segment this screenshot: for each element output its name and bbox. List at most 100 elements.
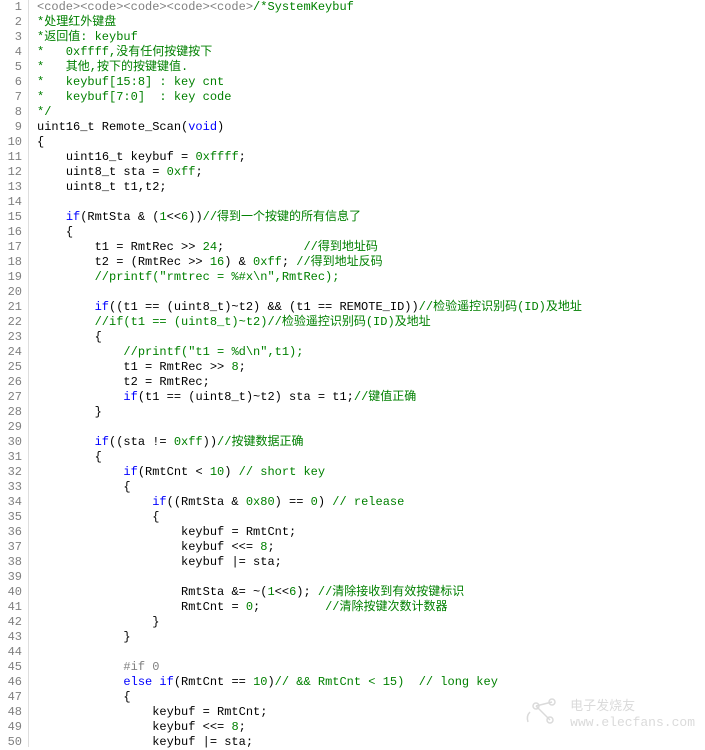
line-number: 7 — [0, 90, 22, 105]
line-number: 11 — [0, 150, 22, 165]
code-line — [37, 420, 705, 435]
code-line: t2 = (RmtRec >> 16) & 0xff; //得到地址反码 — [37, 255, 705, 270]
line-number: 29 — [0, 420, 22, 435]
line-number: 6 — [0, 75, 22, 90]
line-number: 47 — [0, 690, 22, 705]
line-number: 36 — [0, 525, 22, 540]
line-number: 26 — [0, 375, 22, 390]
line-number: 22 — [0, 315, 22, 330]
line-number: 16 — [0, 225, 22, 240]
line-number: 38 — [0, 555, 22, 570]
code-line: { — [37, 450, 705, 465]
line-number: 30 — [0, 435, 22, 450]
line-number: 50 — [0, 735, 22, 750]
line-number: 15 — [0, 210, 22, 225]
watermark-text: 电子发烧友 www.elecfans.com — [570, 699, 695, 731]
line-number: 34 — [0, 495, 22, 510]
code-line: keybuf = RmtCnt; — [37, 525, 705, 540]
line-number: 14 — [0, 195, 22, 210]
watermark-url: www.elecfans.com — [570, 715, 695, 731]
code-content: <code><code><code><code><code>/*SystemKe… — [28, 0, 705, 747]
code-line: */ — [37, 105, 705, 120]
code-line: } — [37, 615, 705, 630]
code-line: if(RmtCnt < 10) // short key — [37, 465, 705, 480]
code-line — [37, 285, 705, 300]
code-line: * keybuf[15:8] : key cnt — [37, 75, 705, 90]
line-number: 37 — [0, 540, 22, 555]
elecfans-logo-icon — [522, 692, 562, 737]
code-line: keybuf <<= 8; — [37, 540, 705, 555]
code-line: if((sta != 0xff))//按键数据正确 — [37, 435, 705, 450]
watermark: 电子发烧友 www.elecfans.com — [522, 692, 695, 737]
code-line: } — [37, 405, 705, 420]
line-number: 27 — [0, 390, 22, 405]
line-number: 46 — [0, 675, 22, 690]
code-line: else if(RmtCnt == 10)// && RmtCnt < 15) … — [37, 675, 705, 690]
code-line: * 0xffff,没有任何按键按下 — [37, 45, 705, 60]
code-line: //printf("t1 = %d\n",t1); — [37, 345, 705, 360]
line-number: 45 — [0, 660, 22, 675]
code-line: { — [37, 480, 705, 495]
code-editor: 1234567891011121314151617181920212223242… — [0, 0, 705, 747]
code-line: //if(t1 == (uint8_t)~t2)//检验遥控识别码(ID)及地址 — [37, 315, 705, 330]
line-number: 13 — [0, 180, 22, 195]
code-line: *处理红外键盘 — [37, 15, 705, 30]
code-line: if(t1 == (uint8_t)~t2) sta = t1;//键值正确 — [37, 390, 705, 405]
code-line: #if 0 — [37, 660, 705, 675]
line-number: 49 — [0, 720, 22, 735]
line-number: 44 — [0, 645, 22, 660]
line-number: 5 — [0, 60, 22, 75]
line-number: 19 — [0, 270, 22, 285]
code-line — [37, 570, 705, 585]
code-line: { — [37, 510, 705, 525]
line-number: 12 — [0, 165, 22, 180]
line-number: 32 — [0, 465, 22, 480]
code-line: RmtCnt = 0; //清除按键次数计数器 — [37, 600, 705, 615]
code-line: { — [37, 225, 705, 240]
line-number: 3 — [0, 30, 22, 45]
code-line — [37, 195, 705, 210]
line-number: 23 — [0, 330, 22, 345]
code-line: *返回值: keybuf — [37, 30, 705, 45]
line-number: 1 — [0, 0, 22, 15]
code-line: { — [37, 330, 705, 345]
watermark-title: 电子发烧友 — [570, 699, 695, 715]
line-number: 40 — [0, 585, 22, 600]
line-number: 17 — [0, 240, 22, 255]
line-number: 39 — [0, 570, 22, 585]
code-line: uint16_t Remote_Scan(void) — [37, 120, 705, 135]
line-number: 18 — [0, 255, 22, 270]
code-line: if(RmtSta & (1<<6))//得到一个按键的所有信息了 — [37, 210, 705, 225]
code-line: <code><code><code><code><code>/*SystemKe… — [37, 0, 705, 15]
code-line: { — [37, 135, 705, 150]
code-line: t2 = RmtRec; — [37, 375, 705, 390]
code-line: if((RmtSta & 0x80) == 0) // release — [37, 495, 705, 510]
line-number: 10 — [0, 135, 22, 150]
line-number: 28 — [0, 405, 22, 420]
code-line: keybuf |= sta; — [37, 735, 705, 750]
code-line — [37, 645, 705, 660]
code-line: t1 = RmtRec >> 8; — [37, 360, 705, 375]
line-number: 41 — [0, 600, 22, 615]
line-number: 8 — [0, 105, 22, 120]
line-number: 24 — [0, 345, 22, 360]
code-line: if((t1 == (uint8_t)~t2) && (t1 == REMOTE… — [37, 300, 705, 315]
line-number: 48 — [0, 705, 22, 720]
code-line: RmtSta &= ~(1<<6); //清除接收到有效按键标识 — [37, 585, 705, 600]
line-number: 20 — [0, 285, 22, 300]
code-line: uint8_t sta = 0xff; — [37, 165, 705, 180]
code-line: t1 = RmtRec >> 24; //得到地址码 — [37, 240, 705, 255]
code-line: uint16_t keybuf = 0xffff; — [37, 150, 705, 165]
code-line: * 其他,按下的按键键值. — [37, 60, 705, 75]
code-line: } — [37, 630, 705, 645]
line-number: 4 — [0, 45, 22, 60]
line-number-gutter: 1234567891011121314151617181920212223242… — [0, 0, 28, 747]
line-number: 35 — [0, 510, 22, 525]
code-line: keybuf |= sta; — [37, 555, 705, 570]
line-number: 33 — [0, 480, 22, 495]
line-number: 42 — [0, 615, 22, 630]
line-number: 43 — [0, 630, 22, 645]
line-number: 2 — [0, 15, 22, 30]
line-number: 31 — [0, 450, 22, 465]
code-line: * keybuf[7:0] : key code — [37, 90, 705, 105]
